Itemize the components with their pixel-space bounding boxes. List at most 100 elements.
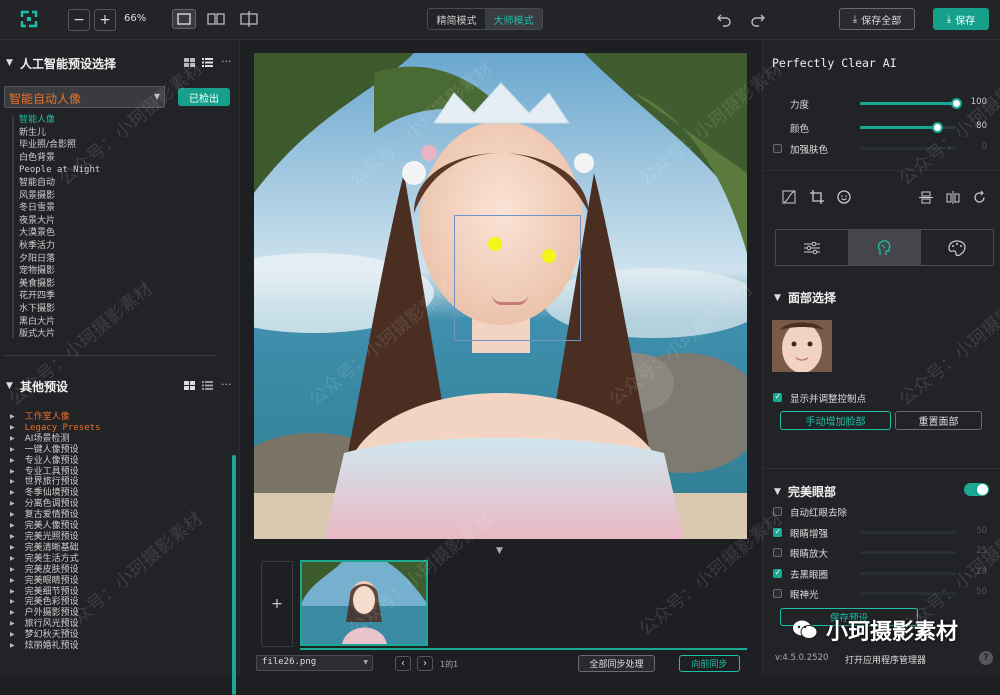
slider-knob[interactable] — [951, 98, 962, 109]
ai-preset-item[interactable]: 风景摄影 — [19, 190, 169, 203]
ai-preset-item[interactable]: 智能自动 — [19, 177, 169, 190]
ai-preset-item[interactable]: 宠物摄影 — [19, 265, 169, 278]
next-page-button[interactable]: › — [417, 656, 433, 671]
more-icon[interactable]: ··· — [221, 55, 232, 68]
flip-vertical-icon[interactable] — [919, 191, 933, 204]
other-preset-item[interactable]: ▶ AI场景检测 — [10, 434, 210, 445]
ai-preset-item[interactable]: 水下摄影 — [19, 303, 169, 316]
collapse-arrow-icon[interactable]: ▼ — [774, 293, 781, 303]
compare-view-icon[interactable] — [205, 10, 227, 28]
other-preset-item[interactable]: ▶ 完美皮肤预设 — [10, 565, 210, 576]
other-preset-item[interactable]: ▶ 工作室人像 — [10, 412, 210, 423]
other-preset-item[interactable]: ▶ 完美细节预设 — [10, 587, 210, 598]
help-icon[interactable]: ? — [979, 651, 993, 665]
other-preset-item[interactable]: ▶ 完美生活方式 — [10, 554, 210, 565]
prev-page-button[interactable]: ‹ — [395, 656, 411, 671]
list-view-icon[interactable] — [202, 381, 213, 390]
sync-forward-button[interactable]: 向前同步 — [679, 655, 740, 672]
other-preset-item[interactable]: ▶ 专业人像预设 — [10, 456, 210, 467]
tab-adjust[interactable] — [776, 230, 848, 265]
file-dropdown[interactable]: file26.png ▼ — [256, 655, 373, 671]
collapse-arrow-icon[interactable]: ▼ — [774, 487, 781, 497]
left-eye-marker[interactable] — [488, 237, 502, 251]
list-view-icon[interactable] — [202, 58, 213, 67]
ai-list-scrollbar[interactable] — [12, 116, 14, 338]
other-preset-item[interactable]: ▶ 户外摄影预设 — [10, 608, 210, 619]
grid-view-icon[interactable] — [184, 381, 195, 390]
tab-simple-mode[interactable]: 精简模式 — [428, 9, 485, 29]
other-preset-item[interactable]: ▶ 分离色调预设 — [10, 499, 210, 510]
detected-button[interactable]: 已检出 — [178, 88, 230, 106]
row-checkbox[interactable] — [773, 568, 782, 578]
other-preset-item[interactable]: ▶ 完美光照预设 — [10, 532, 210, 543]
ai-preset-item[interactable]: 美食摄影 — [19, 278, 169, 291]
slider-track[interactable] — [860, 530, 956, 534]
redo-icon[interactable] — [750, 11, 766, 27]
face-icon[interactable] — [837, 190, 851, 204]
eye-section-toggle[interactable] — [964, 483, 989, 496]
open-manager-link[interactable]: 打开应用程序管理器 — [845, 653, 926, 666]
other-preset-item[interactable]: ▶ 炫丽婚礼预设 — [10, 641, 210, 652]
ai-preset-item[interactable]: 冬日雪景 — [19, 202, 169, 215]
main-photo[interactable] — [254, 53, 747, 539]
collapse-filmstrip-icon[interactable]: ▼ — [496, 546, 503, 556]
preset-dropdown[interactable]: 智能自动人像 ▼ — [4, 86, 165, 108]
undo-icon[interactable] — [716, 11, 732, 27]
zoom-out-button[interactable]: − — [68, 9, 90, 31]
flip-horizontal-icon[interactable] — [946, 191, 960, 204]
add-image-button[interactable]: + — [261, 561, 293, 647]
ai-preset-item[interactable]: 智能人像 — [19, 114, 169, 127]
curves-icon[interactable] — [782, 190, 796, 204]
row-checkbox[interactable] — [773, 548, 782, 557]
slider-track[interactable] — [860, 98, 962, 109]
ai-preset-item[interactable]: People at Night — [19, 164, 169, 177]
tab-master-mode[interactable]: 大师模式 — [485, 9, 542, 29]
more-icon[interactable]: ··· — [221, 378, 232, 391]
tab-face-enhance[interactable] — [848, 230, 921, 265]
face-thumbnail[interactable] — [772, 320, 832, 372]
ai-preset-item[interactable]: 新生儿 — [19, 127, 169, 140]
grid-view-icon[interactable] — [184, 58, 195, 67]
sync-all-button[interactable]: 全部同步处理 — [578, 655, 655, 672]
left-panel-scrollbar[interactable] — [232, 455, 236, 695]
collapse-arrow-icon[interactable]: ▼ — [6, 58, 13, 68]
row-checkbox[interactable] — [773, 589, 782, 598]
save-all-button[interactable]: ⤓ 保存全部 — [839, 8, 915, 30]
other-preset-item[interactable]: ▶ 冬季仙境预设 — [10, 488, 210, 499]
ai-preset-item[interactable]: 白色背景 — [19, 152, 169, 165]
face-detection-box[interactable] — [454, 215, 581, 341]
other-preset-item[interactable]: ▶ 旅行风光预设 — [10, 619, 210, 630]
row-checkbox[interactable] — [773, 527, 782, 537]
ai-preset-item[interactable]: 黑白大片 — [19, 316, 169, 329]
filmstrip-thumbnail[interactable] — [300, 560, 428, 646]
crop-icon[interactable] — [810, 190, 824, 204]
ai-preset-item[interactable]: 大漠景色 — [19, 227, 169, 240]
ai-preset-item[interactable]: 版式大片 — [19, 328, 169, 341]
reset-face-button[interactable]: 重置面部 — [895, 411, 982, 430]
other-preset-item[interactable]: ▶ 完美眼睛预设 — [10, 576, 210, 587]
ai-preset-item[interactable]: 秋季活力 — [19, 240, 169, 253]
ai-preset-item[interactable]: 夕阳日落 — [19, 253, 169, 266]
ai-preset-item[interactable]: 花开四季 — [19, 290, 169, 303]
ai-preset-item[interactable]: 夜景大片 — [19, 215, 169, 228]
other-preset-item[interactable]: ▶ 完美人像预设 — [10, 521, 210, 532]
slider-track[interactable] — [860, 571, 956, 575]
show-points-checkbox[interactable] — [773, 392, 782, 402]
row-checkbox[interactable] — [773, 507, 782, 516]
collapse-arrow-icon[interactable]: ▼ — [6, 381, 13, 391]
save-button[interactable]: ⤓ 保存 — [933, 8, 989, 30]
single-view-icon[interactable] — [172, 9, 196, 29]
other-preset-item[interactable]: ▶ 专业工具预设 — [10, 467, 210, 478]
slider-track[interactable] — [860, 592, 956, 595]
slider-knob[interactable] — [931, 122, 943, 133]
slider-track[interactable] — [860, 122, 956, 133]
other-preset-item[interactable]: ▶ 世界旅行预设 — [10, 477, 210, 488]
split-view-icon[interactable] — [238, 10, 260, 28]
slider-track[interactable] — [860, 147, 956, 150]
other-preset-item[interactable]: ▶ 梦幻秋天预设 — [10, 630, 210, 641]
other-preset-item[interactable]: ▶ 完美清晰基础 — [10, 543, 210, 554]
other-preset-item[interactable]: ▶ 一键人像预设 — [10, 445, 210, 456]
rotate-icon[interactable] — [973, 190, 986, 204]
slider-track[interactable] — [860, 551, 956, 554]
ai-preset-item[interactable]: 毕业照/合影照 — [19, 139, 169, 152]
